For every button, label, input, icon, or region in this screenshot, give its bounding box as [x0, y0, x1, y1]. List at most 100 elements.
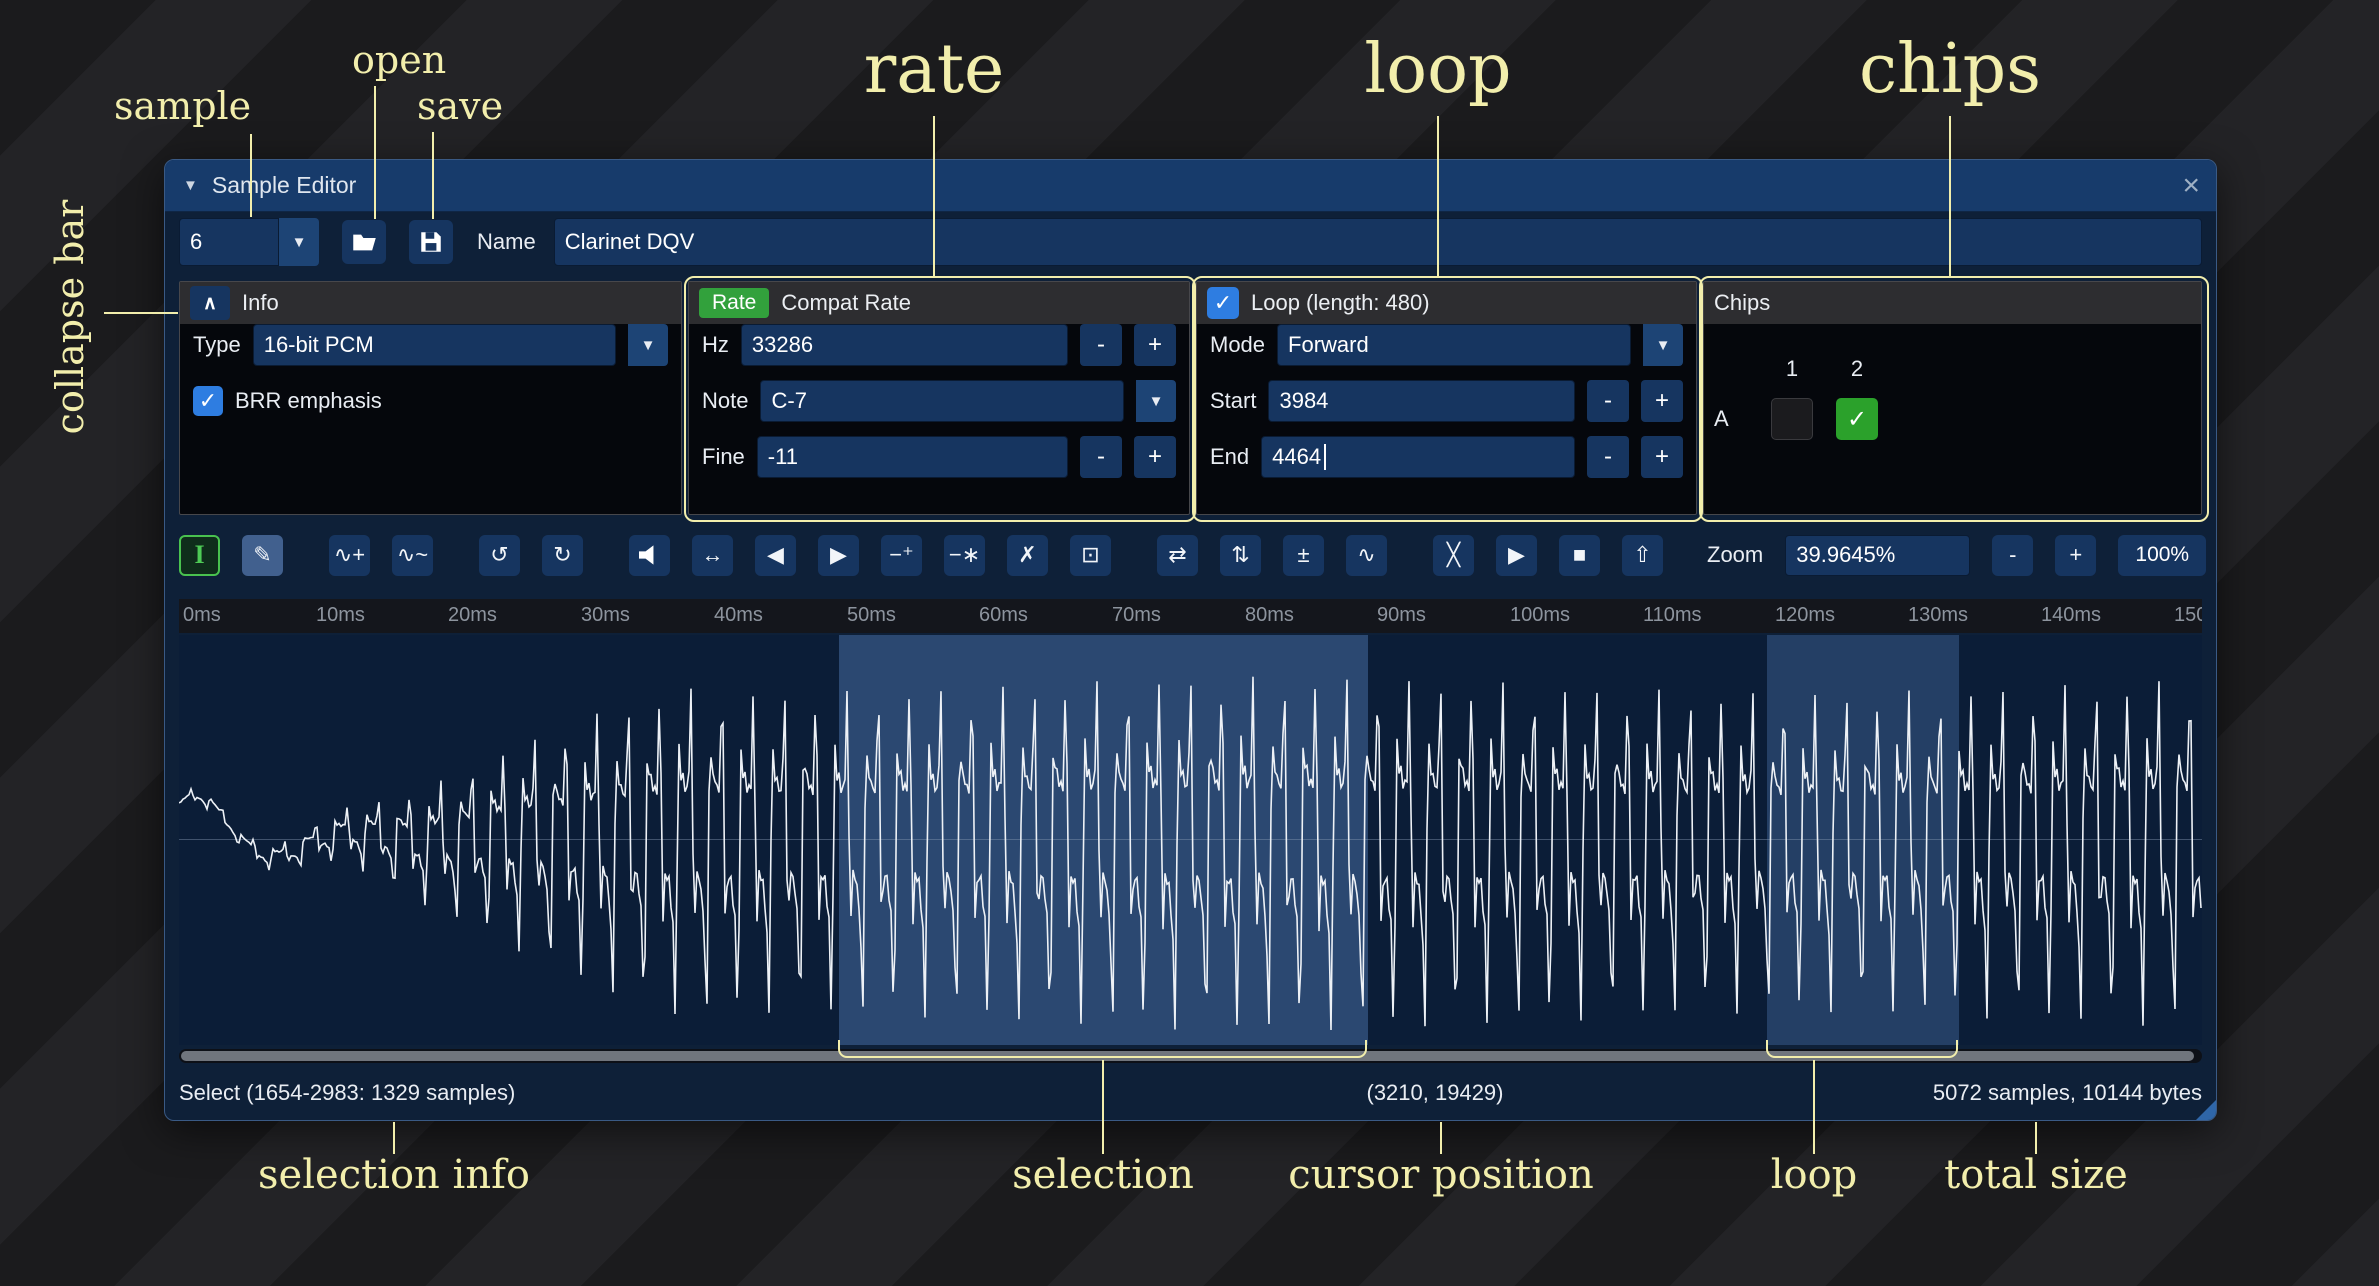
cursor-position-text: (3210, 19429)	[1367, 1080, 1504, 1106]
ruler-label: 100ms	[1510, 604, 1570, 627]
annotation-line-loop-bottom	[1813, 1060, 1815, 1154]
filter-button[interactable]: ∿	[1346, 535, 1387, 576]
rate-panel-title: Compat Rate	[781, 290, 911, 316]
normalize-icon: ↔	[702, 542, 724, 568]
fine-minus-button[interactable]: -	[1080, 436, 1122, 478]
sample-number-combo[interactable]: 6 ▼	[179, 218, 319, 266]
zoom-in-button[interactable]: +	[2055, 535, 2096, 576]
chip-a1-checkbox[interactable]	[1771, 398, 1813, 440]
ruler-label: 130ms	[1908, 604, 1968, 627]
chips-panel: Chips 1 2 A ✓	[1703, 281, 2202, 515]
zoom-reset-button[interactable]: 100%	[2118, 535, 2206, 576]
resize-button[interactable]: ∿+	[329, 535, 370, 576]
ruler-label: 120ms	[1775, 604, 1835, 627]
collapse-bar-button[interactable]: ∧	[190, 286, 230, 320]
note-row: Note C-7 ▼	[702, 380, 1176, 422]
note-select[interactable]: C-7	[760, 380, 1124, 422]
loop-checkbox[interactable]: ✓	[1207, 287, 1239, 319]
fine-label: Fine	[702, 444, 745, 470]
folder-icon	[351, 229, 378, 256]
annotation-line-rate	[933, 116, 935, 276]
time-ruler[interactable]: 0ms 10ms 20ms 30ms 40ms 50ms 60ms 70ms 8…	[179, 599, 2202, 633]
draw-tool-button[interactable]: ✎	[242, 535, 283, 576]
annotation-line-selection-info	[393, 1122, 395, 1154]
undo-button[interactable]: ↺	[479, 535, 520, 576]
chip-a2-checkbox[interactable]: ✓	[1836, 398, 1878, 440]
preview-button[interactable]: ▶	[1496, 535, 1537, 576]
close-icon[interactable]: ×	[2182, 160, 2200, 212]
invert-button[interactable]: ⇅	[1220, 535, 1261, 576]
zoom-out-button[interactable]: -	[1992, 535, 2033, 576]
upload-button[interactable]: ⇧	[1622, 535, 1663, 576]
delete-icon: ✗	[1018, 542, 1036, 568]
chip-column-1: 1	[1771, 356, 1813, 382]
mode-select[interactable]: Forward	[1277, 324, 1631, 366]
name-input[interactable]: Clarinet DQV	[554, 218, 2202, 266]
sample-number-value[interactable]: 6	[179, 218, 279, 266]
delete-button[interactable]: ✗	[1007, 535, 1048, 576]
titlebar[interactable]: ▼ Sample Editor ×	[165, 160, 2216, 212]
type-select[interactable]: 16-bit PCM	[253, 324, 616, 366]
annotation-line-chips	[1949, 116, 1951, 276]
save-button[interactable]	[409, 220, 453, 264]
ruler-label: 110ms	[1643, 604, 1702, 627]
hz-label: Hz	[702, 332, 729, 358]
zoom-input[interactable]: 39.9645%	[1785, 535, 1970, 576]
insert-silence-button[interactable]: −⁺	[881, 535, 922, 576]
hz-input[interactable]: 33286	[741, 324, 1068, 366]
hz-plus-button[interactable]: +	[1134, 324, 1176, 366]
annotation-line-cursor	[1440, 1122, 1442, 1154]
chip-column-2: 2	[1836, 356, 1878, 382]
open-button[interactable]	[342, 220, 386, 264]
resample-button[interactable]: ∿~	[392, 535, 433, 576]
loop-end-input[interactable]: 4464	[1261, 436, 1575, 478]
ruler-label: 90ms	[1377, 604, 1426, 627]
info-panel-title: Info	[242, 290, 279, 316]
status-bar: Select (1654-2983: 1329 samples) (3210, …	[179, 1072, 2202, 1112]
crossfade-loop-button[interactable]: ╳	[1433, 535, 1474, 576]
redo-icon: ↻	[553, 542, 571, 568]
hz-minus-button[interactable]: -	[1080, 324, 1122, 366]
annotation-total-size: total size	[1944, 1152, 2128, 1198]
loop-start-minus-button[interactable]: -	[1587, 380, 1629, 422]
amplify-button[interactable]	[629, 535, 670, 576]
loop-start-plus-button[interactable]: +	[1641, 380, 1683, 422]
annotation-line-loop	[1437, 116, 1439, 276]
normalize-button[interactable]: ↔	[692, 535, 733, 576]
floppy-icon	[418, 229, 444, 255]
redo-button[interactable]: ↻	[542, 535, 583, 576]
sample-number-dropdown-icon[interactable]: ▼	[279, 218, 319, 266]
fade-out-button[interactable]: ▶	[818, 535, 859, 576]
stop-preview-button[interactable]: ■	[1559, 535, 1600, 576]
resize-grip[interactable]	[2196, 1100, 2216, 1120]
annotation-line-sample	[250, 134, 252, 217]
annotation-chips: chips	[1859, 30, 2041, 109]
play-icon: ▶	[1508, 542, 1525, 568]
loop-start-input[interactable]: 3984	[1268, 380, 1575, 422]
select-tool-button[interactable]: I	[179, 535, 220, 576]
brr-emphasis-checkbox[interactable]: ✓	[193, 386, 223, 416]
waveform-view[interactable]	[179, 635, 2202, 1045]
trim-icon: ⊡	[1081, 542, 1099, 568]
loop-end-plus-button[interactable]: +	[1641, 436, 1683, 478]
loop-end-minus-button[interactable]: -	[1587, 436, 1629, 478]
mode-dropdown-icon[interactable]: ▼	[1643, 324, 1683, 366]
speaker-icon	[639, 545, 661, 565]
filter-icon: ∿	[1357, 542, 1375, 568]
sign-button[interactable]: ±	[1283, 535, 1324, 576]
type-dropdown-icon[interactable]: ▼	[628, 324, 668, 366]
apply-silence-button[interactable]: −∗	[944, 535, 985, 576]
toolbar: I ✎ ∿+ ∿~ ↺ ↻ ↔ ◀ ▶ −⁺ −∗ ✗ ⊡ ⇄ ⇅ ± ∿ ╳ …	[179, 532, 2202, 578]
info-panel: ∧ Info Type 16-bit PCM ▼ ✓ BRR emphasis	[179, 281, 682, 515]
reverse-button[interactable]: ⇄	[1157, 535, 1198, 576]
fine-plus-button[interactable]: +	[1134, 436, 1176, 478]
trim-button[interactable]: ⊡	[1070, 535, 1111, 576]
rate-badge[interactable]: Rate	[699, 288, 769, 318]
note-dropdown-icon[interactable]: ▼	[1136, 380, 1176, 422]
annotation-cursor-position: cursor position	[1288, 1152, 1593, 1198]
fine-input[interactable]: -11	[757, 436, 1068, 478]
fade-in-button[interactable]: ◀	[755, 535, 796, 576]
window-collapse-icon[interactable]: ▼	[183, 177, 198, 194]
stop-icon: ■	[1573, 542, 1586, 568]
annotation-loop: loop	[1364, 30, 1511, 109]
